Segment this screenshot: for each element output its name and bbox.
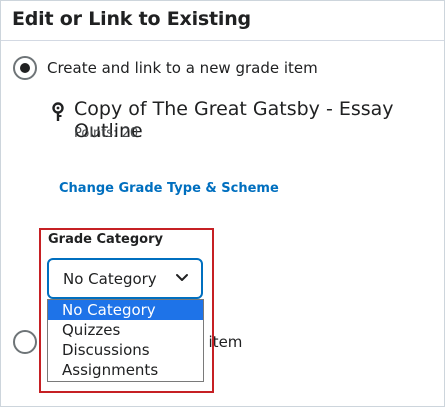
link-existing-radio[interactable] <box>13 330 37 354</box>
grade-pin-icon <box>52 102 64 121</box>
grade-category-label: Grade Category <box>48 232 163 247</box>
edit-link-panel: Edit or Link to Existing Create and link… <box>0 0 445 407</box>
dropdown-option-quizzes[interactable]: Quizzes <box>48 320 203 340</box>
create-new-label: Create and link to a new grade item <box>47 59 318 77</box>
chevron-down-icon <box>176 274 188 281</box>
dropdown-option-no-category[interactable]: No Category <box>48 300 203 320</box>
create-new-radio[interactable] <box>13 56 37 80</box>
grade-category-selected-value: No Category <box>63 270 157 288</box>
header-divider <box>1 40 444 41</box>
panel-title: Edit or Link to Existing <box>12 8 251 30</box>
dropdown-option-assignments[interactable]: Assignments <box>48 360 203 380</box>
change-grade-type-link[interactable]: Change Grade Type & Scheme <box>59 181 279 196</box>
dropdown-option-discussions[interactable]: Discussions <box>48 340 203 360</box>
grade-category-select[interactable]: No Category <box>47 258 203 299</box>
grade-category-dropdown: No Category Quizzes Discussions Assignme… <box>47 299 204 382</box>
grade-item-points: Points: 20 <box>74 126 139 141</box>
